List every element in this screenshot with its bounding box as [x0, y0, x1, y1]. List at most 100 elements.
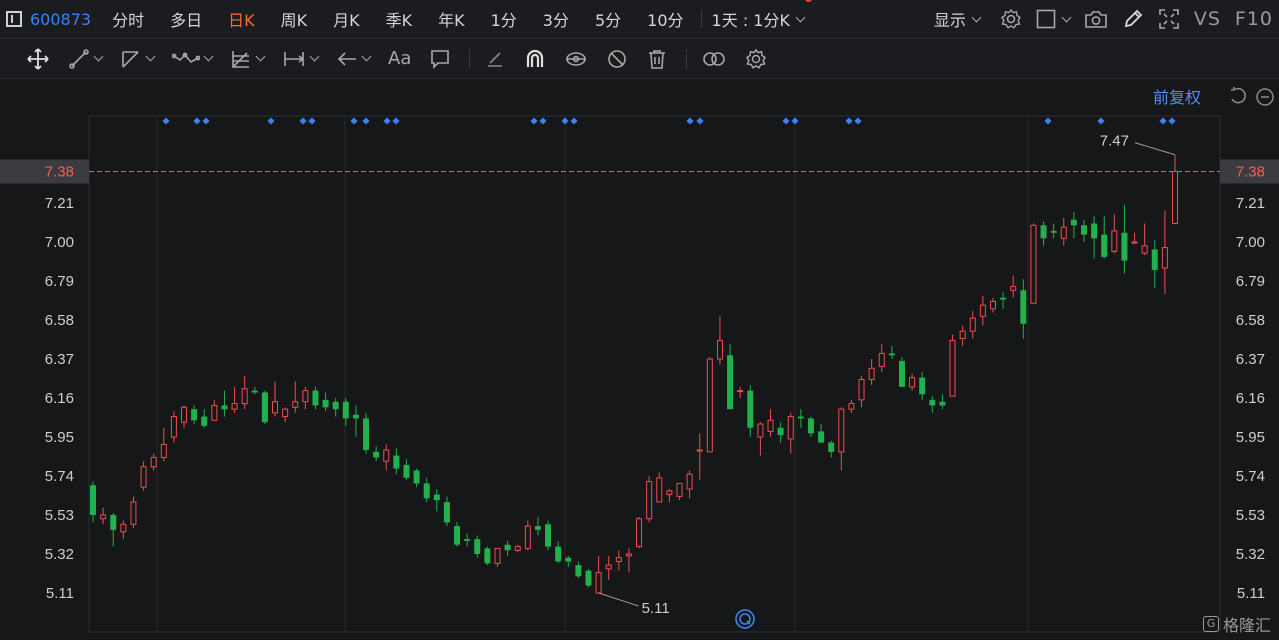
- fullscreen-icon[interactable]: [1158, 8, 1180, 30]
- candle-body-up: [231, 403, 238, 410]
- event-marker-diamond: [392, 117, 400, 125]
- vs-button[interactable]: VS: [1194, 8, 1221, 30]
- magnet-icon[interactable]: [524, 48, 546, 70]
- zoom-out-icon[interactable]: [1256, 88, 1274, 110]
- candle-body-up: [656, 477, 663, 503]
- candle-body-down: [312, 390, 319, 406]
- candle-body-down: [747, 390, 754, 428]
- price-tick-left: 6.58: [45, 312, 74, 329]
- comment-icon[interactable]: [429, 48, 451, 70]
- camera-icon[interactable]: [1084, 9, 1108, 29]
- divider: [700, 10, 702, 28]
- link-icon[interactable]: [701, 48, 727, 70]
- eraser-icon[interactable]: [484, 48, 506, 70]
- candle-body-up: [494, 547, 501, 564]
- candle-body-up: [757, 423, 764, 438]
- layout-dropdown[interactable]: [1036, 9, 1072, 29]
- event-marker-diamond: [854, 117, 862, 125]
- text-icon[interactable]: Aa: [388, 48, 411, 69]
- pencil-icon[interactable]: [1122, 8, 1144, 30]
- candle-body-down: [363, 418, 370, 451]
- candle-body-up: [909, 377, 916, 388]
- watermark-text: 格隆汇: [1222, 616, 1271, 635]
- line-tool[interactable]: [68, 48, 104, 70]
- candle-body-down: [555, 546, 562, 562]
- watermark: G 格隆汇: [1202, 612, 1271, 636]
- candle-body-down: [898, 360, 905, 387]
- tab-duori[interactable]: 多日: [157, 7, 215, 31]
- candle-body-down: [443, 502, 450, 523]
- fib-tool[interactable]: [230, 48, 266, 70]
- candle-body-down: [251, 390, 258, 393]
- tab-1min[interactable]: 1分: [478, 7, 530, 31]
- candle-body-up: [615, 557, 622, 562]
- hide-icon[interactable]: [606, 48, 628, 70]
- candle-body-up: [959, 330, 966, 340]
- candle-body-down: [1101, 234, 1108, 257]
- display-dropdown[interactable]: 显示: [928, 7, 986, 31]
- move-icon[interactable]: [26, 47, 50, 71]
- tab-fenshi[interactable]: 分时: [99, 7, 157, 31]
- tab-3min[interactable]: 3分: [530, 7, 582, 31]
- price-tick-left: 5.74: [45, 468, 74, 485]
- tab-quarterly-k[interactable]: 季K: [373, 7, 426, 31]
- tab-daily-k[interactable]: 日K: [215, 7, 268, 31]
- candlestick-chart[interactable]: 7.38 7.38 7.21 7.21 7.00 7.00 6.79 6.79 6.58 6.58…: [0, 80, 1279, 640]
- undo-icon[interactable]: [1228, 86, 1248, 110]
- sidebar-toggle-icon[interactable]: [6, 11, 22, 27]
- candle-body-down: [939, 401, 946, 406]
- adjust-mode-button[interactable]: 前复权: [1153, 84, 1201, 108]
- range-tool[interactable]: [282, 48, 320, 70]
- q-logo-icon[interactable]: [735, 609, 755, 629]
- settings-icon[interactable]: [745, 48, 767, 70]
- event-marker-diamond: [1159, 117, 1167, 125]
- wave-icon: [172, 52, 200, 63]
- candle-body-up: [979, 304, 986, 317]
- candle-body-up: [767, 419, 774, 432]
- right-tools: 显示 VS F10: [928, 0, 1273, 38]
- tab-yearly-k[interactable]: 年K: [425, 7, 478, 31]
- candle-body-up: [282, 408, 289, 418]
- candle-body-up: [858, 378, 865, 401]
- f10-button[interactable]: F10: [1235, 8, 1273, 30]
- event-marker-diamond: [570, 117, 578, 125]
- candle-body-down: [403, 464, 410, 478]
- event-marker-diamond: [308, 117, 316, 125]
- candle-body-down: [1070, 219, 1077, 226]
- chevron-down-icon: [361, 51, 372, 62]
- lock-eye-icon[interactable]: [564, 48, 588, 70]
- candle-body-down: [110, 515, 117, 530]
- chevron-down-icon: [145, 51, 156, 62]
- gear-icon[interactable]: [1000, 8, 1022, 30]
- event-marker-diamond: [299, 117, 307, 125]
- period-selector[interactable]: 1天 : 1分K: [706, 0, 812, 31]
- event-marker-diamond: [1044, 117, 1052, 125]
- candle-body-up: [989, 300, 996, 310]
- arrow-tool[interactable]: [336, 48, 372, 70]
- wave-tool[interactable]: [172, 48, 214, 70]
- polyline-tool[interactable]: [120, 48, 156, 70]
- event-marker-diamond: [1097, 117, 1105, 125]
- candle-body-down: [352, 414, 359, 419]
- candle-body-up: [1141, 245, 1148, 254]
- candle-body-down: [1040, 225, 1047, 239]
- trash-icon[interactable]: [646, 48, 668, 70]
- tab-weekly-k[interactable]: 周K: [268, 7, 321, 31]
- candle-body-down: [221, 405, 228, 410]
- candle-body-up: [211, 404, 218, 421]
- price-tick-left: 7.21: [45, 195, 74, 212]
- tab-monthly-k[interactable]: 月K: [320, 7, 373, 31]
- price-tick-left: 6.16: [45, 390, 74, 407]
- candle-body-up: [272, 401, 279, 414]
- candle-body-down: [423, 483, 430, 499]
- tab-5min[interactable]: 5分: [582, 7, 634, 31]
- candle-body-down: [1020, 290, 1027, 324]
- candle-body-down: [322, 399, 329, 408]
- candle-body-up: [868, 367, 875, 380]
- candle-body-up: [1161, 247, 1168, 269]
- tab-10min[interactable]: 10分: [634, 7, 696, 31]
- candle-body-up: [241, 388, 248, 405]
- candle-body-down: [818, 431, 825, 443]
- event-marker-diamond: [350, 117, 358, 125]
- stock-code[interactable]: 600873: [30, 10, 91, 29]
